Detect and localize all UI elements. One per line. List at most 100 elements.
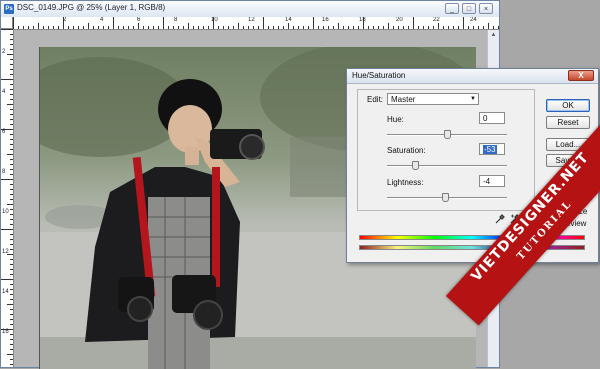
ruler-tick: [10, 224, 13, 225]
ruler-tick: [10, 59, 13, 60]
maximize-button[interactable]: □: [462, 3, 476, 14]
ruler-tick: [163, 17, 164, 29]
saturation-slider-thumb[interactable]: [412, 161, 420, 170]
ruler-tick: [103, 26, 104, 29]
saturation-slider-track[interactable]: [387, 165, 507, 167]
ruler-tick: [48, 26, 49, 29]
ruler-tick: [443, 26, 444, 29]
ruler-tick: [193, 26, 194, 29]
ruler-tick: [10, 64, 13, 65]
hue-value: 0: [483, 114, 488, 123]
ruler-tick: [308, 26, 309, 29]
ruler-tick: [128, 26, 129, 29]
ruler-tick: [10, 174, 13, 175]
eyedropper-icon[interactable]: [495, 214, 505, 224]
ruler-corner[interactable]: [1, 17, 13, 29]
edit-channel-value: Master: [391, 95, 416, 104]
ruler-tick: [343, 26, 344, 29]
ruler-tick: [358, 26, 359, 29]
photoshop-icon: Ps: [4, 4, 14, 14]
ruler-tick: [58, 26, 59, 29]
hue-slider-thumb[interactable]: [444, 130, 451, 139]
ruler-tick: [153, 26, 154, 29]
ruler-tick: [53, 26, 54, 29]
ruler-label: 4: [100, 17, 104, 23]
saturation-label: Saturation:: [387, 146, 426, 155]
document-titlebar[interactable]: Ps DSC_0149.JPG @ 25% (Layer 1, RGB/8) _…: [1, 1, 499, 18]
saturation-value: -53: [483, 145, 497, 154]
ruler-tick: [273, 26, 274, 29]
ruler-tick: [10, 189, 13, 190]
ruler-tick: [83, 26, 84, 29]
ruler-tick: [10, 359, 13, 360]
close-button[interactable]: ×: [479, 3, 493, 14]
ruler-tick: [33, 26, 34, 29]
ruler-tick: [158, 26, 159, 29]
ruler-tick: [433, 26, 434, 29]
ruler-tick: [373, 26, 374, 29]
dialog-titlebar[interactable]: Hue/Saturation X: [347, 69, 598, 84]
hue-field[interactable]: 0: [479, 112, 505, 124]
ruler-tick: [483, 26, 484, 29]
ruler-label: 8: [2, 169, 6, 175]
ruler-tick: [68, 26, 69, 29]
ruler-tick: [10, 169, 13, 170]
ruler-tick: [333, 26, 334, 29]
ruler-tick: [353, 26, 354, 29]
ruler-tick: [10, 319, 13, 320]
ruler-tick: [448, 26, 449, 29]
ruler-tick: [248, 26, 249, 29]
ruler-tick: [268, 26, 269, 29]
ruler-tick: [328, 26, 329, 29]
ruler-tick: [378, 26, 379, 29]
ruler-tick: [108, 26, 109, 29]
ruler-tick: [10, 159, 13, 160]
reset-button[interactable]: Reset: [546, 116, 590, 129]
ruler-tick: [253, 26, 254, 29]
scroll-up-icon[interactable]: ▲: [490, 32, 497, 42]
lightness-slider-thumb[interactable]: [441, 193, 449, 202]
ruler-tick: [113, 17, 114, 29]
ruler-tick: [10, 299, 13, 300]
ruler-tick: [493, 26, 494, 29]
chevron-down-icon: ▼: [470, 96, 476, 102]
edit-channel-select[interactable]: Master ▼: [387, 93, 479, 105]
dialog-close-button[interactable]: X: [568, 70, 594, 81]
lightness-field[interactable]: -4: [479, 175, 505, 187]
ruler-tick: [10, 289, 13, 290]
ruler-label: 10: [211, 17, 218, 23]
ruler-tick: [10, 259, 13, 260]
ruler-tick: [88, 23, 89, 29]
ruler-tick: [403, 26, 404, 29]
ruler-tick: [10, 134, 13, 135]
ruler-tick: [98, 26, 99, 29]
ruler-tick: [293, 26, 294, 29]
horizontal-ruler[interactable]: 2 4 6 8 10 12 14 16 18 20 22 24: [13, 17, 499, 30]
ruler-tick: [418, 26, 419, 29]
ruler-tick: [7, 104, 13, 105]
ruler-tick: [393, 26, 394, 29]
ruler-tick: [10, 84, 13, 85]
ruler-tick: [338, 23, 339, 29]
ruler-tick: [7, 54, 13, 55]
ok-button[interactable]: OK: [546, 99, 590, 112]
vertical-ruler[interactable]: 2 4 6 8 10 12 14 16: [1, 29, 14, 367]
ruler-label: 14: [2, 289, 9, 295]
saturation-field[interactable]: -53: [479, 143, 505, 155]
ruler-tick: [23, 26, 24, 29]
minimize-button[interactable]: _: [445, 3, 459, 14]
ruler-tick: [208, 26, 209, 29]
ruler-tick: [438, 23, 439, 29]
ruler-tick: [10, 99, 13, 100]
ruler-label: 16: [2, 329, 9, 335]
ruler-tick: [388, 23, 389, 29]
ruler-label: 2: [2, 49, 6, 55]
ruler-tick: [453, 26, 454, 29]
ruler-tick: [10, 309, 13, 310]
ruler-tick: [203, 26, 204, 29]
ruler-tick: [288, 23, 289, 29]
ruler-tick: [10, 109, 13, 110]
ruler-tick: [10, 69, 13, 70]
ruler-tick: [458, 26, 459, 29]
ruler-tick: [10, 239, 13, 240]
